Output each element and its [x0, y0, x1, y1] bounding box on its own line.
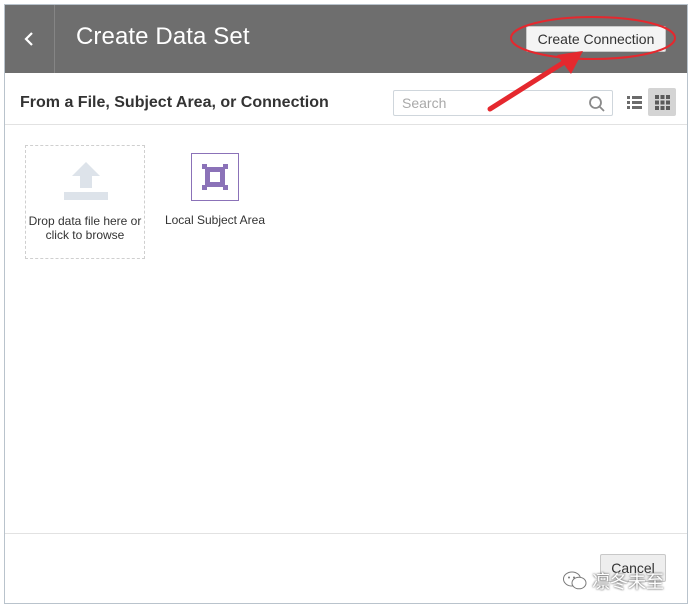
grid-view-icon — [655, 95, 670, 110]
page-title: Create Data Set — [76, 23, 250, 50]
list-view-button[interactable] — [623, 89, 645, 115]
create-data-set-dialog: Create Data Set Create Connection From a… — [4, 4, 688, 604]
create-connection-button[interactable]: Create Connection — [526, 26, 666, 52]
back-button[interactable] — [5, 5, 55, 73]
search-box — [393, 90, 613, 116]
local-subject-area-tile[interactable]: Local Subject Area — [161, 153, 267, 233]
chevron-left-icon — [24, 32, 33, 46]
search-icon[interactable] — [588, 95, 606, 113]
wechat-icon — [563, 571, 587, 590]
section-title: From a File, Subject Area, or Connection — [20, 94, 329, 111]
local-subject-area-label: Local Subject Area — [164, 213, 266, 227]
upload-icon — [64, 162, 108, 200]
dialog-header: Create Data Set Create Connection — [5, 5, 687, 73]
search-input[interactable] — [394, 91, 584, 115]
watermark-text: 凛冬未至 — [592, 572, 664, 593]
toolbar: From a File, Subject Area, or Connection — [5, 73, 687, 125]
list-view-icon — [627, 96, 642, 109]
watermark: 凛冬未至 — [562, 566, 692, 596]
grid-view-button[interactable] — [648, 88, 676, 116]
file-drop-label: Drop data file here or click to browse — [28, 214, 142, 242]
file-drop-tile[interactable]: Drop data file here or click to browse — [25, 145, 145, 259]
subject-area-icon — [191, 153, 239, 201]
